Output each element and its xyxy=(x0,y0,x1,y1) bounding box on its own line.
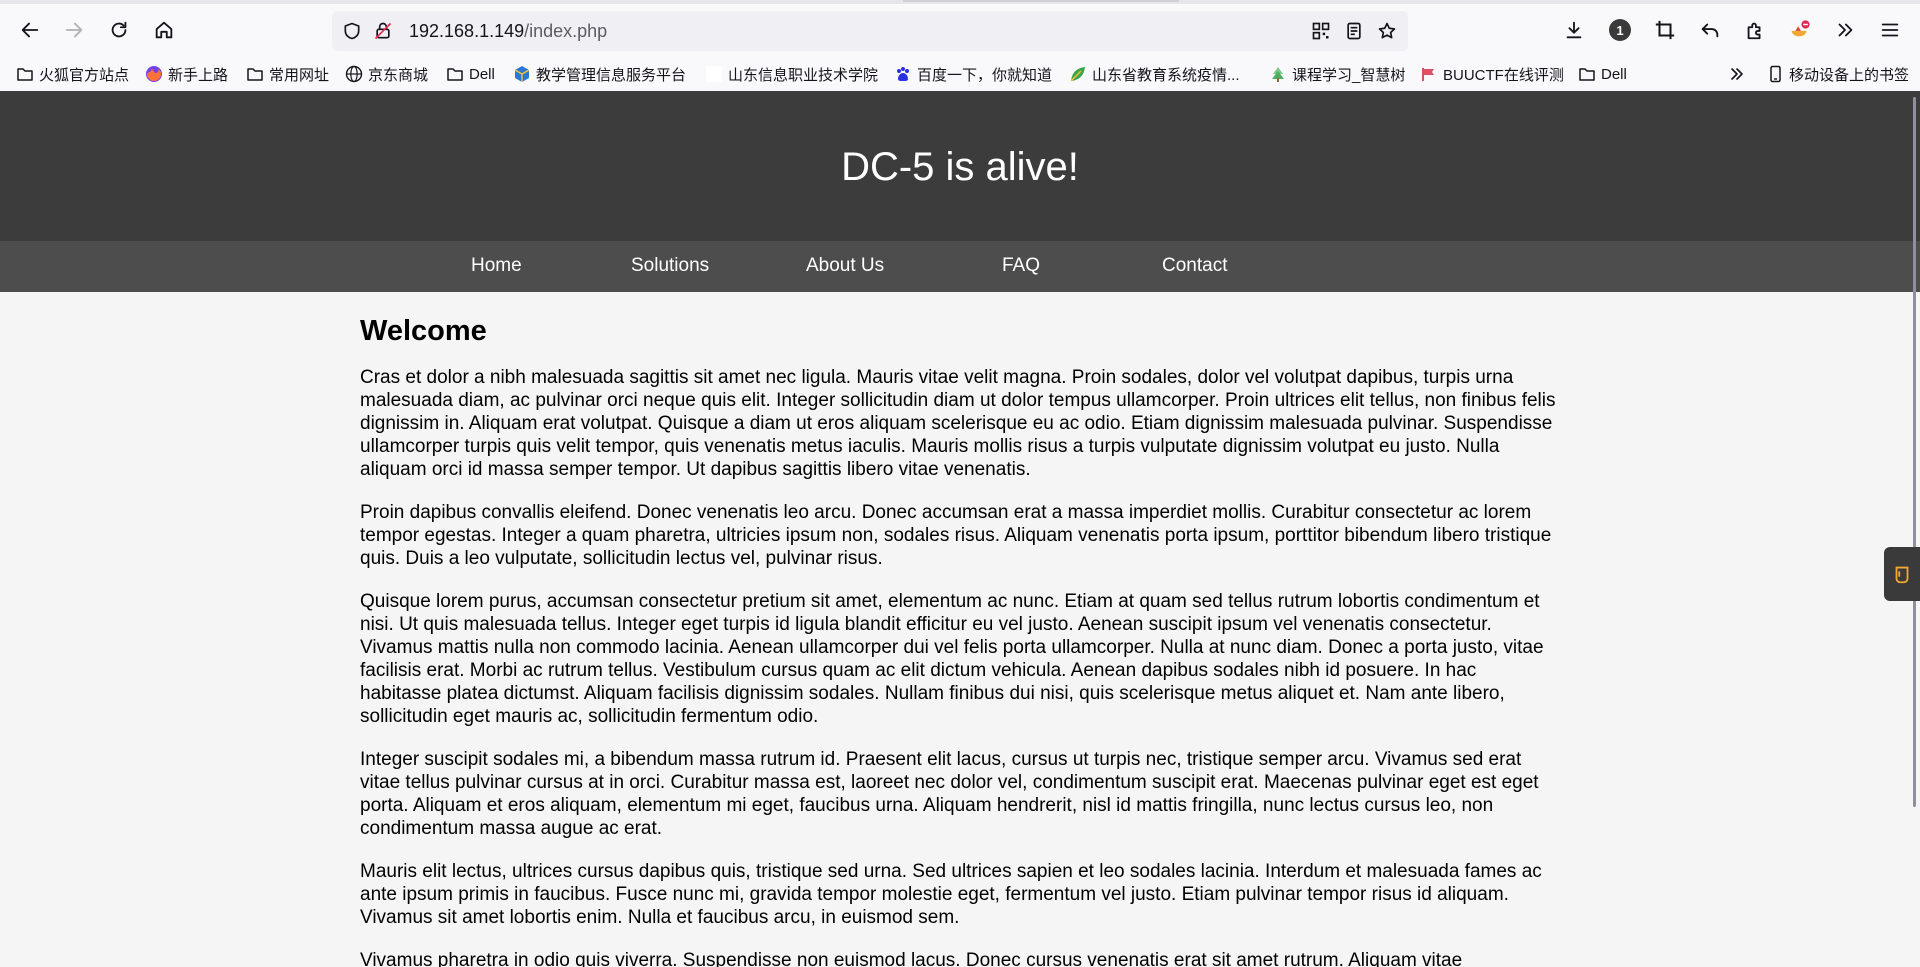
content-paragraph: Proin dapibus convallis eleifend. Donec … xyxy=(360,502,1552,569)
bookmarks-overflow-button[interactable] xyxy=(1728,62,1751,86)
url-path: /index.php xyxy=(524,21,608,41)
blank-icon xyxy=(705,65,723,83)
bookmark-folder[interactable]: 火狐官方站点 xyxy=(16,62,129,86)
site-header: DC-5 is alive! xyxy=(0,91,1920,241)
content-paragraph: Mauris elit lectus, ultrices cursus dapi… xyxy=(360,861,1542,928)
nav-link-home[interactable]: Home xyxy=(471,255,522,277)
navigation-toolbar: 192.168.1.149/index.php 1 xyxy=(0,4,1920,56)
double-chevron-right-icon xyxy=(1838,23,1853,37)
bookmark-label: Dell xyxy=(1601,65,1627,83)
bookmark-label: BUUCTF在线评测 xyxy=(1443,66,1564,84)
sidebar-toggle-button[interactable] xyxy=(1884,547,1920,601)
overflow-menu-button[interactable] xyxy=(1827,12,1863,48)
content-paragraph: Cras et dolor a nibh malesuada sagittis … xyxy=(360,367,1556,480)
nav-link-contact[interactable]: Contact xyxy=(1162,255,1227,277)
url-text[interactable]: 192.168.1.149/index.php xyxy=(409,21,607,41)
paw-icon xyxy=(894,65,912,83)
content-paragraph: Integer suscipit sodales mi, a bibendum … xyxy=(360,749,1539,839)
bookmark-label: 移动设备上的书签 xyxy=(1789,66,1910,84)
folder-icon xyxy=(246,65,264,83)
bookmark-label: 教学管理信息服务平台 xyxy=(536,66,687,84)
folder-icon xyxy=(446,65,464,83)
address-bar[interactable]: 192.168.1.149/index.php xyxy=(332,11,1408,51)
flag-icon xyxy=(1420,65,1438,83)
bookmark-label: 新手上路 xyxy=(168,66,229,84)
bookmark-item[interactable]: 教学管理信息服务平台 xyxy=(513,62,686,86)
reload-button[interactable] xyxy=(101,12,137,48)
addon-button[interactable] xyxy=(1782,12,1818,48)
bookmark-label: 山东省教育系统疫情... xyxy=(1092,66,1240,84)
download-icon xyxy=(1566,21,1582,39)
downloads-button[interactable] xyxy=(1556,12,1592,48)
bookmark-folder[interactable]: 常用网址 xyxy=(246,62,329,86)
mobile-device-icon xyxy=(1766,65,1784,83)
bookmarks-toolbar: 火狐官方站点 新手上路 常用网址 京东商城 Dell 教学管理信息服务平台 山东… xyxy=(0,56,1920,91)
bookmark-item[interactable]: 新手上路 xyxy=(145,62,228,86)
cup-icon xyxy=(1895,566,1909,584)
app-menu-button[interactable] xyxy=(1872,12,1908,48)
back-button[interactable] xyxy=(12,12,48,48)
reload-icon xyxy=(111,21,127,38)
bookmark-label: 常用网址 xyxy=(269,66,330,84)
cube-icon xyxy=(513,65,531,83)
crop-icon xyxy=(1655,20,1675,40)
tab-selected-indicator[interactable] xyxy=(903,0,1179,2)
qr-code-icon[interactable] xyxy=(1310,20,1332,42)
globe-icon xyxy=(345,65,363,83)
browser-chrome: 192.168.1.149/index.php 1 火狐官方站点 新手上路 常用… xyxy=(0,0,1920,91)
nav-link-about-us[interactable]: About Us xyxy=(806,255,884,277)
badge-count: 1 xyxy=(1616,22,1624,38)
bookmark-label: 山东信息职业技术学院 xyxy=(728,66,879,84)
bookmark-item[interactable]: 山东信息职业技术学院 xyxy=(705,62,878,86)
bookmark-item[interactable]: BUUCTF在线评测 xyxy=(1420,62,1564,86)
bookmark-folder[interactable]: Dell xyxy=(1578,62,1627,86)
bookmark-folder[interactable]: Dell xyxy=(446,62,495,86)
page-viewport: DC-5 is alive! Home Solutions About Us F… xyxy=(0,91,1920,967)
firefox-icon xyxy=(145,65,163,83)
star-icon[interactable] xyxy=(1376,20,1398,42)
addon-bowl-icon xyxy=(1791,20,1810,37)
site-navigation: Home Solutions About Us FAQ Contact xyxy=(0,241,1920,292)
nav-link-solutions[interactable]: Solutions xyxy=(631,255,709,277)
counter-badge-icon: 1 xyxy=(1609,19,1631,41)
bookmark-label: 京东商城 xyxy=(368,66,429,84)
bookmark-item[interactable]: 京东商城 xyxy=(345,62,428,86)
bookmark-label: 百度一下，你就知道 xyxy=(917,66,1053,84)
arrow-left-icon xyxy=(21,22,39,38)
home-button[interactable] xyxy=(146,12,182,48)
bookmark-label: Dell xyxy=(469,65,495,83)
content-paragraph: Vivamus pharetra in odio quis viverra. S… xyxy=(360,950,1463,967)
bookmark-item[interactable]: 百度一下，你就知道 xyxy=(894,62,1052,86)
bookmark-label: 火狐官方站点 xyxy=(39,66,130,84)
shield-icon[interactable] xyxy=(341,20,363,42)
hamburger-menu-icon xyxy=(1881,23,1899,37)
bookmark-item[interactable]: 课程学习_智慧树 xyxy=(1269,62,1405,86)
double-chevron-right-icon xyxy=(1728,65,1746,83)
page-heading: Welcome xyxy=(360,315,487,347)
extension-badge-button[interactable]: 1 xyxy=(1602,12,1638,48)
arrow-right-icon xyxy=(65,22,83,38)
bookmark-label: 课程学习_智慧树 xyxy=(1292,66,1406,84)
main-content: Welcome Cras et dolor a nibh malesuada s… xyxy=(360,314,1560,967)
leaf-icon xyxy=(1069,65,1087,83)
insecure-lock-icon[interactable] xyxy=(372,20,394,42)
content-paragraph: Quisque lorem purus, accumsan consectetu… xyxy=(360,591,1544,727)
url-host: 192.168.1.149 xyxy=(409,21,525,41)
undo-arrow-icon xyxy=(1701,23,1719,38)
vertical-scrollbar[interactable] xyxy=(1913,97,1916,807)
folder-icon xyxy=(16,65,34,83)
tree-icon xyxy=(1269,65,1287,83)
undo-button[interactable] xyxy=(1692,12,1728,48)
bookmark-item[interactable]: 山东省教育系统疫情... xyxy=(1069,62,1240,86)
forward-button[interactable] xyxy=(56,12,92,48)
puzzle-icon xyxy=(1747,22,1761,40)
crop-tool-button[interactable] xyxy=(1647,12,1683,48)
extensions-button[interactable] xyxy=(1737,12,1773,48)
mobile-bookmarks-folder[interactable]: 移动设备上的书签 xyxy=(1766,62,1909,86)
folder-icon xyxy=(1578,65,1596,83)
reader-view-icon[interactable] xyxy=(1343,20,1365,42)
site-title: DC-5 is alive! xyxy=(841,145,1079,189)
home-icon xyxy=(155,21,173,39)
nav-link-faq[interactable]: FAQ xyxy=(1002,255,1040,277)
